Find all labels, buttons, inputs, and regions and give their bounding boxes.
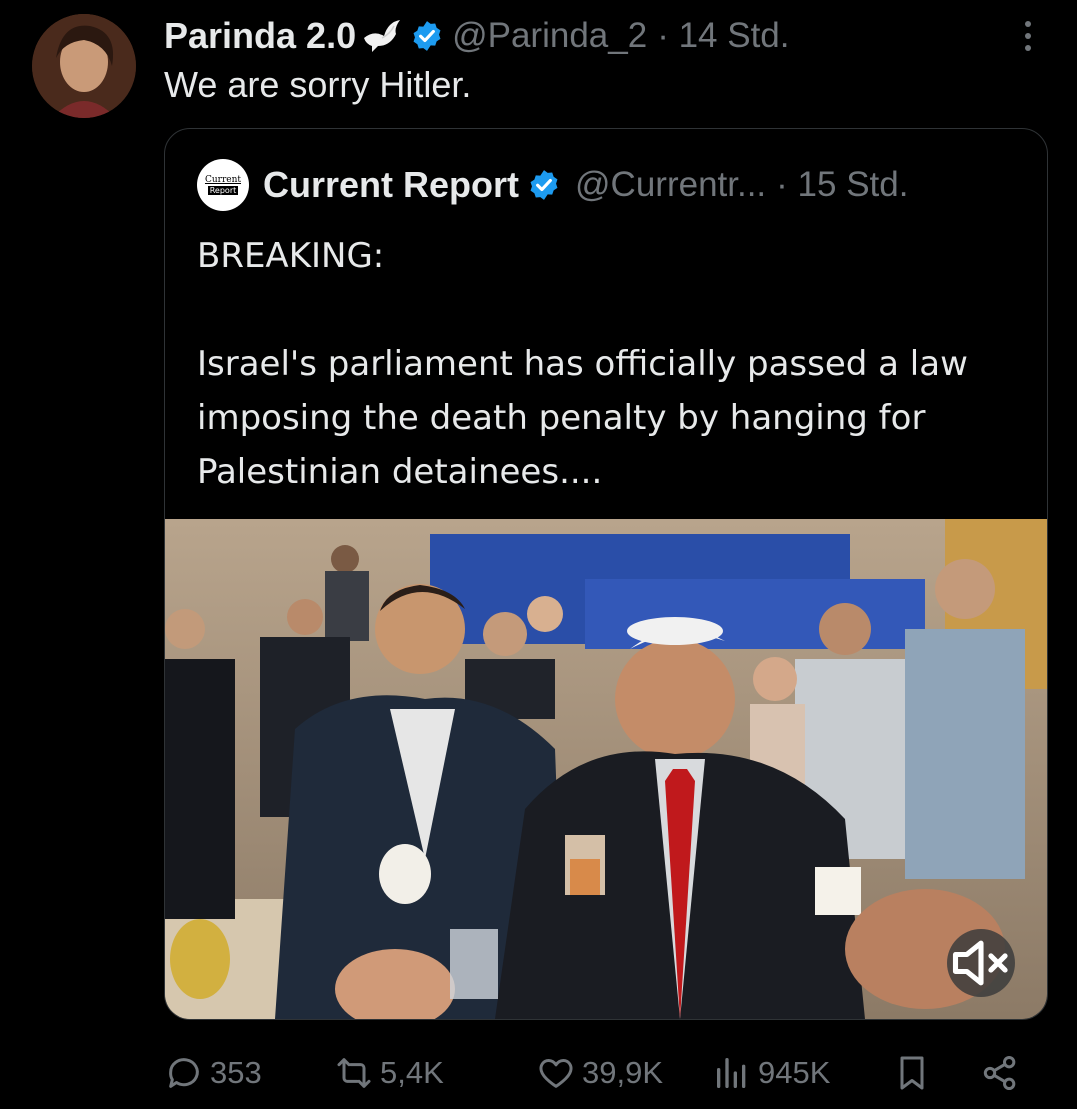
like-count: 39,9K	[582, 1055, 664, 1090]
repost-button[interactable]: 5,4K	[334, 1048, 444, 1098]
views-count: 945K	[758, 1055, 831, 1090]
quoted-avatar[interactable]: Current Report	[197, 159, 249, 211]
avatar[interactable]	[32, 14, 136, 118]
more-icon[interactable]	[1021, 18, 1035, 54]
quoted-tweet-time[interactable]: · 15 Std.	[776, 165, 908, 205]
verified-icon	[530, 170, 558, 200]
verified-icon	[413, 21, 441, 51]
tweet-text: We are sorry Hitler.	[164, 64, 472, 105]
views-button[interactable]: 945K	[712, 1048, 830, 1098]
tweet-time[interactable]: · 14 Std.	[657, 16, 789, 56]
author-name[interactable]: Parinda 2.0	[164, 15, 356, 57]
views-icon	[717, 1058, 746, 1088]
bookmark-button[interactable]	[892, 1048, 938, 1098]
action-bar: 353 5,4K 39,9K 945K	[164, 1048, 1044, 1098]
video-player[interactable]	[165, 519, 1047, 1019]
like-button[interactable]: 39,9K	[536, 1048, 663, 1098]
quoted-author-handle[interactable]: @Currentr...	[575, 165, 766, 205]
repost-count: 5,4K	[380, 1055, 444, 1090]
dove-icon	[364, 20, 401, 52]
reply-icon	[169, 1058, 199, 1088]
author-handle[interactable]: @Parinda_2	[452, 16, 647, 56]
like-icon	[539, 1059, 573, 1088]
quoted-author-name[interactable]: Current Report	[263, 164, 519, 206]
quoted-tweet[interactable]: Current Report Current Report @Currentr.…	[164, 128, 1048, 1020]
reply-count: 353	[210, 1055, 262, 1090]
quoted-tweet-header: Current Report Current Report @Currentr.…	[197, 159, 1027, 211]
quoted-tweet-text: BREAKING: Israel's parliament has offici…	[197, 236, 968, 492]
repost-icon	[337, 1058, 371, 1088]
bookmark-icon	[900, 1056, 924, 1090]
tweet-header: Parinda 2.0 @Parinda_2 · 14 Std.	[164, 14, 1057, 58]
mute-button[interactable]	[947, 929, 1015, 997]
share-button[interactable]	[980, 1048, 1026, 1098]
share-icon	[983, 1056, 1016, 1090]
video-frame	[165, 519, 1047, 1019]
mute-icon	[952, 940, 1008, 986]
reply-button[interactable]: 353	[164, 1048, 262, 1098]
